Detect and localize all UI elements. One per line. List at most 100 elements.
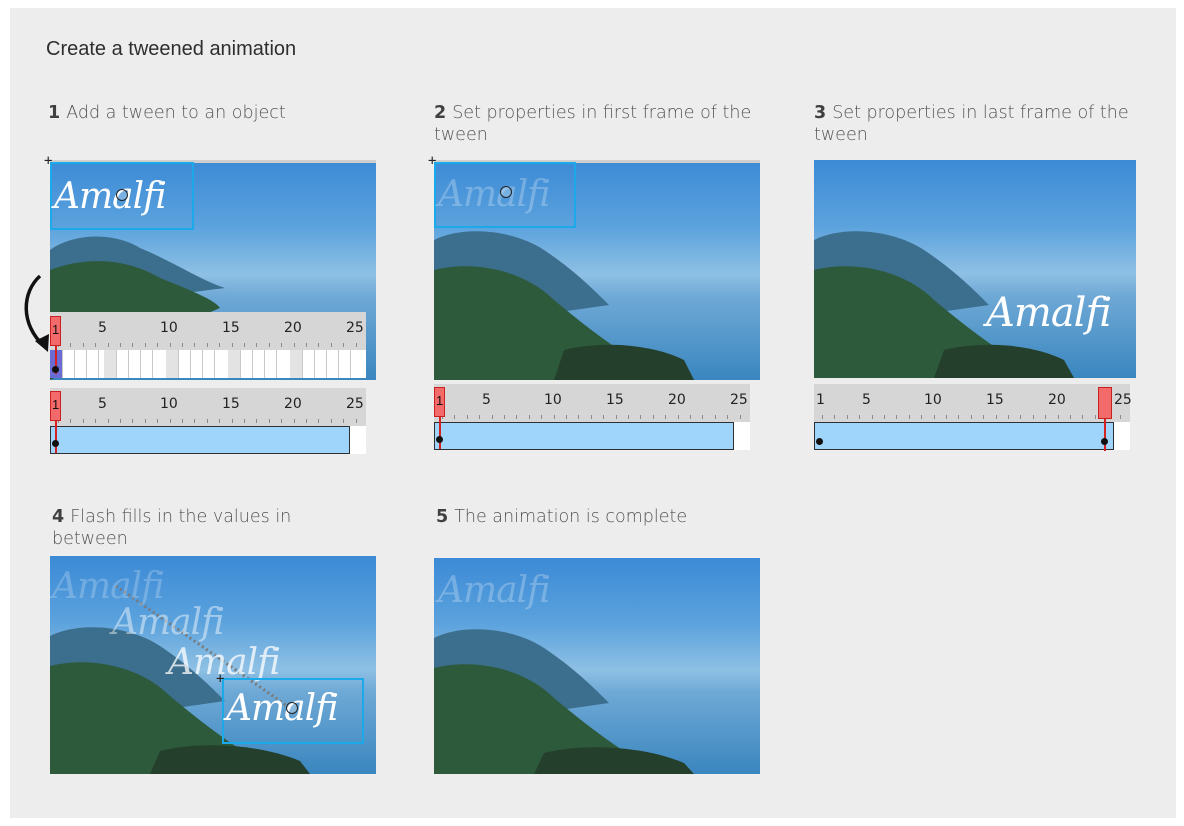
- step-3-tween-span[interactable]: [814, 422, 1114, 450]
- step-1-playhead-bottom[interactable]: 1: [50, 391, 61, 421]
- tick-20: 20: [284, 320, 302, 336]
- tick-15: 15: [222, 320, 240, 336]
- ruler-minor-tick: [132, 343, 134, 347]
- ruler-minor-tick: [231, 343, 233, 347]
- ruler-minor-tick: [541, 415, 543, 419]
- step-2-playhead[interactable]: 1: [434, 387, 445, 417]
- ruler-minor-tick: [1020, 415, 1022, 419]
- step-5-amalfi-text[interactable]: Amalfi: [438, 570, 551, 611]
- ruler-minor-tick: [70, 419, 72, 423]
- step-1-tween-span[interactable]: [50, 426, 350, 454]
- ruler-minor-tick: [256, 343, 258, 347]
- ruler-minor-tick: [95, 419, 97, 423]
- step-3-number: 3: [814, 103, 827, 123]
- registration-point-icon[interactable]: [500, 186, 512, 198]
- ruler-minor-tick: [194, 419, 196, 423]
- step-3-label: 3 Set properties in last frame of the twe…: [814, 102, 1154, 146]
- step-1-empty-frames: [350, 426, 366, 454]
- ruler-minor-tick: [219, 419, 221, 423]
- ruler-minor-tick: [82, 419, 84, 423]
- ruler-minor-tick: [95, 343, 97, 347]
- ruler-minor-tick: [157, 343, 159, 347]
- ruler-minor-tick: [466, 415, 468, 419]
- ruler-minor-tick: [256, 419, 258, 423]
- ruler-minor-tick: [306, 419, 307, 423]
- crosshair-icon: +: [428, 153, 437, 169]
- ruler-minor-tick: [169, 343, 171, 347]
- ruler-minor-tick: [702, 415, 704, 419]
- ruler-minor-tick: [871, 415, 873, 419]
- step-4-amalfi-text[interactable]: Amalfi: [226, 688, 339, 729]
- ruler-minor-tick: [946, 415, 947, 419]
- registration-point-icon[interactable]: [286, 702, 298, 714]
- tick-25: 25: [346, 320, 364, 336]
- ruler-minor-tick: [1032, 415, 1034, 419]
- step-4-ghost-2: Amalfi: [112, 602, 225, 643]
- ruler-minor-tick: [822, 415, 823, 419]
- step-2-amalfi-text[interactable]: Amalfi: [438, 174, 551, 215]
- crosshair-icon: +: [44, 153, 53, 169]
- ruler-minor-tick: [1094, 415, 1096, 419]
- ruler-minor-tick: [219, 343, 221, 347]
- step-1-number: 1: [48, 103, 61, 123]
- keyframe-dot-icon: [816, 438, 823, 445]
- step-1-amalfi-text[interactable]: Amalfi: [54, 176, 167, 217]
- ruler-minor-tick: [107, 343, 109, 347]
- ruler-minor-tick: [355, 419, 357, 423]
- step-4-text: Flash fills in the values in between: [52, 507, 292, 549]
- ruler-minor-tick: [1045, 415, 1047, 419]
- step-1-text: Add a tween to an object: [66, 103, 286, 123]
- step-2-label: 2 Set properties in first frame of the tw…: [434, 102, 764, 146]
- ruler-minor-tick: [834, 415, 836, 419]
- step-3-amalfi-text[interactable]: Amalfi: [986, 290, 1112, 336]
- ruler-minor-tick: [244, 343, 245, 347]
- ruler-minor-tick: [70, 343, 72, 347]
- ruler-minor-tick: [330, 343, 332, 347]
- ruler-minor-tick: [652, 415, 654, 419]
- step-1-ruler-top: 5 10 15 20 25: [50, 312, 366, 351]
- page-title: Create a tweened animation: [46, 38, 297, 60]
- ruler-minor-tick: [491, 415, 493, 419]
- ruler-minor-tick: [714, 415, 716, 419]
- ruler-minor-tick: [983, 415, 985, 419]
- ruler-minor-tick: [454, 415, 456, 419]
- ruler-minor-tick: [995, 415, 997, 419]
- step-2-tween-span[interactable]: [434, 422, 734, 450]
- ruler-minor-tick: [884, 415, 885, 419]
- step-5-text: The animation is complete: [454, 507, 688, 527]
- step-1-ruler-bottom: 5 10 15 20 25: [50, 388, 366, 427]
- ruler-minor-tick: [231, 419, 233, 423]
- ruler-minor-tick: [144, 419, 146, 423]
- step-2-number: 2: [434, 103, 447, 123]
- keyframe-dot-icon: [1101, 438, 1108, 445]
- step-5-label: 5 The animation is complete: [436, 506, 766, 528]
- step-1-frame-cells[interactable]: [50, 350, 366, 378]
- ruler-minor-tick: [293, 343, 295, 347]
- step-4-number: 4: [52, 507, 65, 527]
- ruler-minor-tick: [640, 415, 642, 419]
- ruler-minor-tick: [318, 419, 320, 423]
- registration-point-icon[interactable]: [116, 189, 128, 201]
- ruler-minor-tick: [665, 415, 667, 419]
- tick-10: 10: [160, 320, 178, 336]
- ruler-minor-tick: [908, 415, 910, 419]
- ruler-minor-tick: [628, 415, 629, 419]
- ruler-minor-tick: [859, 415, 861, 419]
- ruler-minor-tick: [268, 419, 270, 423]
- ruler-minor-tick: [343, 343, 345, 347]
- step-1-playhead-top[interactable]: 1: [50, 316, 61, 346]
- ruler-minor-tick: [268, 343, 270, 347]
- ruler-minor-tick: [182, 343, 183, 347]
- ruler-minor-tick: [120, 419, 121, 423]
- step-3-playhead[interactable]: [1098, 387, 1112, 419]
- ruler-minor-tick: [846, 415, 848, 419]
- ruler-minor-tick: [970, 415, 972, 419]
- ruler-minor-tick: [281, 419, 283, 423]
- ruler-minor-tick: [355, 343, 357, 347]
- ruler-minor-tick: [343, 419, 345, 423]
- step-1-playhead-line-bottom: [55, 421, 57, 453]
- step-3-ruler: 1 5 10 15 20 25: [814, 384, 1132, 423]
- ruler-minor-tick: [194, 343, 196, 347]
- step-2-ruler: 5 10 15 20 25: [434, 384, 750, 423]
- ruler-minor-tick: [1070, 415, 1071, 419]
